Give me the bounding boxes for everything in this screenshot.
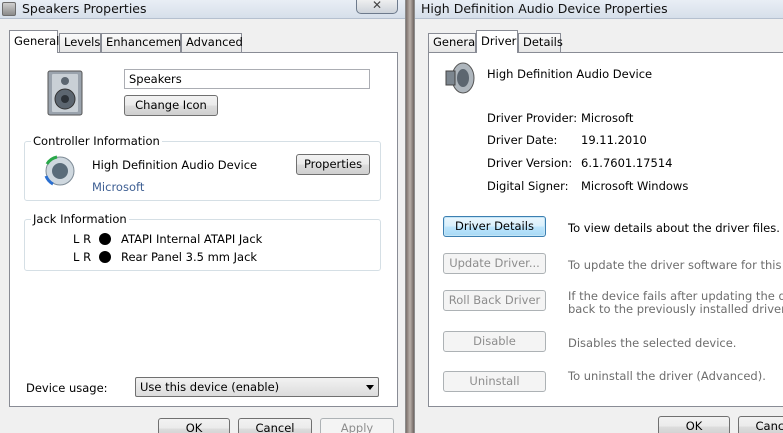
jack-channels: L R: [73, 232, 92, 246]
speaker-window-icon: [2, 2, 16, 16]
title-bar[interactable]: High Definition Audio Device Properties: [415, 0, 783, 19]
jack-dot-icon: [99, 251, 111, 263]
uninstall-description: To uninstall the driver (Advanced).: [568, 369, 766, 383]
tab-enhancements[interactable]: Enhancements: [101, 33, 192, 52]
desktop-background: [406, 0, 414, 433]
ok-button[interactable]: OK: [658, 416, 730, 433]
tab-advanced[interactable]: Advanced: [181, 33, 243, 52]
audio-controller-icon: [44, 155, 75, 186]
driver-version-value: 6.1.7601.17514: [581, 156, 673, 170]
digital-signer-label: Digital Signer:: [487, 179, 569, 193]
device-name: High Definition Audio Device: [487, 67, 653, 81]
controller-information-label: Controller Information: [31, 134, 162, 148]
speakers-properties-window: Speakers Properties ✕ General Levels Enh…: [0, 0, 406, 433]
update-driver-description: To update the driver software for this d…: [568, 258, 783, 272]
driver-tab-panel: High Definition Audio Device Driver Prov…: [428, 52, 783, 407]
controller-information-group: Controller Information High Definition A…: [24, 134, 381, 201]
update-driver-button[interactable]: Update Driver...: [443, 253, 546, 274]
window-title: Speakers Properties: [22, 1, 147, 16]
roll-back-description-line1: If the device fails after updating the d…: [568, 289, 783, 303]
audio-device-properties-window: High Definition Audio Device Properties …: [414, 0, 783, 433]
jack-dot-icon: [99, 233, 111, 245]
jack-name: ATAPI Internal ATAPI Jack: [121, 232, 263, 246]
device-usage-label: Device usage:: [26, 381, 108, 395]
digital-signer-value: Microsoft Windows: [581, 179, 689, 193]
general-tab-panel: Speakers Change Icon Controller Informat…: [9, 52, 398, 407]
uninstall-button[interactable]: Uninstall: [443, 371, 546, 392]
tab-general[interactable]: General: [428, 33, 478, 52]
change-icon-button[interactable]: Change Icon: [124, 95, 218, 116]
device-usage-select[interactable]: Use this device (enable): [135, 377, 379, 397]
jack-information-group: Jack Information L R ATAPI Internal ATAP…: [24, 212, 381, 271]
driver-details-button[interactable]: Driver Details: [443, 216, 546, 237]
title-bar[interactable]: Speakers Properties ✕: [0, 0, 405, 19]
jack-name: Rear Panel 3.5 mm Jack: [121, 250, 258, 264]
tab-general[interactable]: General: [9, 30, 59, 53]
driver-version-label: Driver Version:: [487, 156, 573, 170]
controller-device-name: High Definition Audio Device: [92, 158, 258, 172]
roll-back-driver-button[interactable]: Roll Back Driver: [443, 290, 546, 311]
controller-vendor-link[interactable]: Microsoft: [92, 180, 144, 194]
cancel-button[interactable]: Cancel: [738, 416, 783, 433]
ok-button[interactable]: OK: [158, 418, 230, 433]
cancel-button[interactable]: Cancel: [238, 418, 312, 433]
device-name-field[interactable]: Speakers: [124, 69, 370, 89]
window-title: High Definition Audio Device Properties: [421, 1, 668, 16]
tab-levels[interactable]: Levels: [59, 33, 101, 52]
driver-provider-label: Driver Provider:: [487, 111, 578, 125]
tab-driver[interactable]: Driver: [476, 30, 518, 53]
driver-provider-value: Microsoft: [581, 111, 634, 125]
driver-date-value: 19.11.2010: [581, 133, 647, 147]
tab-details[interactable]: Details: [518, 33, 563, 52]
disable-button[interactable]: Disable: [443, 331, 546, 352]
driver-details-description: To view details about the driver files.: [568, 221, 780, 235]
disable-description: Disables the selected device.: [568, 336, 737, 350]
chevron-down-icon: [366, 385, 374, 390]
speaker-icon: [47, 70, 83, 116]
speaker-icon: [445, 62, 475, 94]
device-usage-value: Use this device (enable): [140, 380, 280, 394]
close-button[interactable]: ✕: [356, 0, 398, 14]
jack-channels: L R: [73, 250, 92, 264]
jack-information-label: Jack Information: [31, 212, 129, 226]
driver-date-label: Driver Date:: [487, 133, 558, 147]
controller-properties-button[interactable]: Properties: [296, 154, 370, 175]
apply-button[interactable]: Apply: [320, 418, 394, 433]
roll-back-description-line2: back to the previously installed driver.: [568, 302, 783, 316]
